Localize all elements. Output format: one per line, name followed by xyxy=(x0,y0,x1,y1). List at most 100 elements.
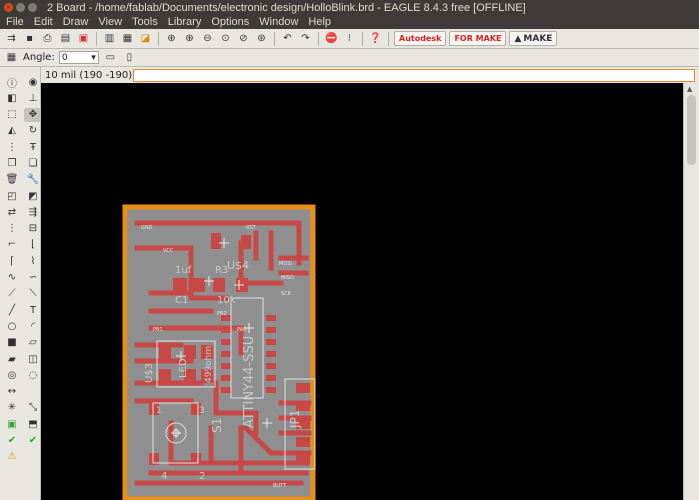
align-icon[interactable]: ⋮ xyxy=(3,140,21,154)
print-icon[interactable]: ⎙ xyxy=(40,31,55,46)
smd-icon[interactable]: ◫ xyxy=(24,352,42,366)
menu-file[interactable]: File xyxy=(6,16,24,28)
vertical-scrollbar[interactable]: ▲ xyxy=(683,83,699,500)
grid-icon[interactable]: ▦ xyxy=(4,50,19,65)
select-icon[interactable]: ⬚ xyxy=(3,108,21,122)
move-icon[interactable]: ✥ xyxy=(24,107,42,122)
svg-text:PA0: PA0 xyxy=(237,327,246,333)
change-icon[interactable]: ◩ xyxy=(24,189,42,203)
erc-check-icon[interactable]: ✔ xyxy=(24,434,42,448)
warning-icon[interactable]: ⚠ xyxy=(3,450,21,464)
split-icon[interactable]: ⌐ xyxy=(3,238,21,252)
tool-palette: ⓘ ◉ ◧ ⊥ ⬚ ✥ ◭ ↻ ⋮ Ŧ ❐ ❏ 🗑 🔧 ◰ ◩ ⇄ ⇶ ⋮ ⊟ … xyxy=(0,67,42,500)
svg-text:RST: RST xyxy=(246,225,257,231)
fusion-button[interactable]: FOR MAKE xyxy=(449,31,507,46)
pad-icon[interactable]: ▰ xyxy=(3,352,21,366)
mirror-icon[interactable]: ◭ xyxy=(3,124,21,138)
menu-library[interactable]: Library xyxy=(168,16,202,28)
minimize-window-button[interactable] xyxy=(16,3,25,12)
board-canvas[interactable]: 1uf C1 R3 10k U$4 ATTINY44-SSU U$3 LED 4… xyxy=(41,83,683,500)
lock-icon[interactable]: ⊟ xyxy=(24,222,42,236)
menu-tools[interactable]: Tools xyxy=(132,16,158,28)
text-icon[interactable]: T xyxy=(24,303,42,317)
help-icon[interactable]: ❓ xyxy=(368,31,383,46)
wrench-icon[interactable]: 🔧 xyxy=(24,173,42,187)
smash-icon[interactable]: ⇄ xyxy=(3,205,21,219)
drc-check-icon[interactable]: ✔ xyxy=(3,434,21,448)
wire-icon[interactable]: ⟋ xyxy=(3,287,21,301)
info-icon[interactable]: ⓘ xyxy=(3,75,21,90)
zoom-in-icon[interactable]: ⊕ xyxy=(182,31,197,46)
autodesk-button[interactable]: Autodesk xyxy=(394,31,447,46)
zoom-select-icon[interactable]: ⊙ xyxy=(218,31,233,46)
open-icon[interactable]: ⇉ xyxy=(4,31,19,46)
res2-value-label: 499ohm xyxy=(204,346,214,383)
name-icon[interactable]: ⇶ xyxy=(24,205,42,219)
cam-icon[interactable]: ▤ xyxy=(58,31,73,46)
route-icon[interactable]: ∿ xyxy=(3,271,21,285)
menu-help[interactable]: Help xyxy=(308,16,331,28)
show-icon[interactable]: ◉ xyxy=(24,75,42,89)
autoroute-icon[interactable]: ✳ xyxy=(3,401,21,415)
redo-icon[interactable]: ↷ xyxy=(298,31,313,46)
copy-icon[interactable]: ❐ xyxy=(3,156,21,170)
paste-icon[interactable]: ❏ xyxy=(24,156,42,170)
mirror-off-icon[interactable]: ▭ xyxy=(103,50,118,65)
maximize-window-button[interactable] xyxy=(28,3,37,12)
save-icon[interactable]: ▪ xyxy=(22,31,37,46)
coordinate-readout: 10 mil (190 -190) xyxy=(45,69,133,81)
command-input[interactable] xyxy=(133,68,695,82)
via-icon[interactable]: ⟍ xyxy=(24,287,42,301)
drc-icon[interactable]: ◪ xyxy=(138,31,153,46)
ripup-icon[interactable]: ∽ xyxy=(24,271,42,285)
ulp-icon[interactable]: ▥ xyxy=(102,31,117,46)
board-switch-icon[interactable]: ▣ xyxy=(76,31,91,46)
scrollbar-thumb[interactable] xyxy=(687,95,696,165)
measure-icon[interactable]: ⊥ xyxy=(24,91,42,105)
script-icon[interactable]: ▦ xyxy=(120,31,135,46)
menu-window[interactable]: Window xyxy=(259,16,298,28)
rect-icon[interactable]: ■ xyxy=(3,336,21,350)
undo-icon[interactable]: ↶ xyxy=(280,31,295,46)
value-icon[interactable]: ⋮ xyxy=(3,222,21,236)
zoom-out-icon[interactable]: ⊖ xyxy=(200,31,215,46)
rotate-icon[interactable]: ↻ xyxy=(24,124,42,138)
stop-icon[interactable]: ⛔ xyxy=(324,31,339,46)
go-icon[interactable]: ⁝ xyxy=(342,31,357,46)
close-window-button[interactable]: ✕ xyxy=(4,3,13,12)
cap-value-label: 1uf xyxy=(175,265,192,276)
delete-icon[interactable]: 🗑 xyxy=(3,173,21,187)
board-icon[interactable]: ▣ xyxy=(3,417,21,431)
svg-text:PB2: PB2 xyxy=(217,311,227,317)
menu-bar: File Edit Draw View Tools Library Option… xyxy=(0,15,699,29)
angle-select[interactable]: 0 ▾ xyxy=(58,51,99,64)
line-icon[interactable]: ╱ xyxy=(3,303,21,317)
zoom-last-icon[interactable]: ⊘ xyxy=(236,31,251,46)
menu-options[interactable]: Options xyxy=(211,16,249,28)
circle-icon[interactable]: ○ xyxy=(3,319,21,333)
menu-edit[interactable]: Edit xyxy=(34,16,53,28)
menu-draw[interactable]: Draw xyxy=(63,16,89,28)
redraw-icon[interactable]: ⊛ xyxy=(254,31,269,46)
optimize-icon[interactable]: ⌈ xyxy=(3,254,21,268)
arc-icon[interactable]: ◜ xyxy=(24,319,42,333)
hole-icon[interactable]: ◎ xyxy=(3,368,21,382)
meander-icon[interactable]: ⌇ xyxy=(24,254,42,268)
polygon-icon[interactable]: ▱ xyxy=(24,336,42,350)
chevron-down-icon: ▾ xyxy=(91,52,96,63)
make-button[interactable]: ▲ MAKE xyxy=(509,31,558,46)
menu-view[interactable]: View xyxy=(98,16,122,28)
attribute-icon[interactable]: ◌ xyxy=(24,368,42,382)
ratsnest-icon[interactable]: ⤡ xyxy=(24,401,42,415)
dimension-icon[interactable]: ↔ xyxy=(3,385,21,399)
ripup-all-icon[interactable]: ⬒ xyxy=(24,417,42,431)
mirror-on-icon[interactable]: ▯ xyxy=(122,50,137,65)
miter-icon[interactable]: ⌊ xyxy=(24,238,42,252)
layer-icon[interactable]: ◧ xyxy=(3,91,21,105)
group-icon[interactable]: ◰ xyxy=(3,189,21,203)
zoom-fit-icon[interactable]: ⊕ xyxy=(164,31,179,46)
scroll-up-icon[interactable]: ▲ xyxy=(687,85,692,93)
coordinate-bar: 10 mil (190 -190) xyxy=(41,67,699,83)
text-size-icon[interactable]: Ŧ xyxy=(24,140,42,154)
board-drawing[interactable]: 1uf C1 R3 10k U$4 ATTINY44-SSU U$3 LED 4… xyxy=(41,83,683,500)
